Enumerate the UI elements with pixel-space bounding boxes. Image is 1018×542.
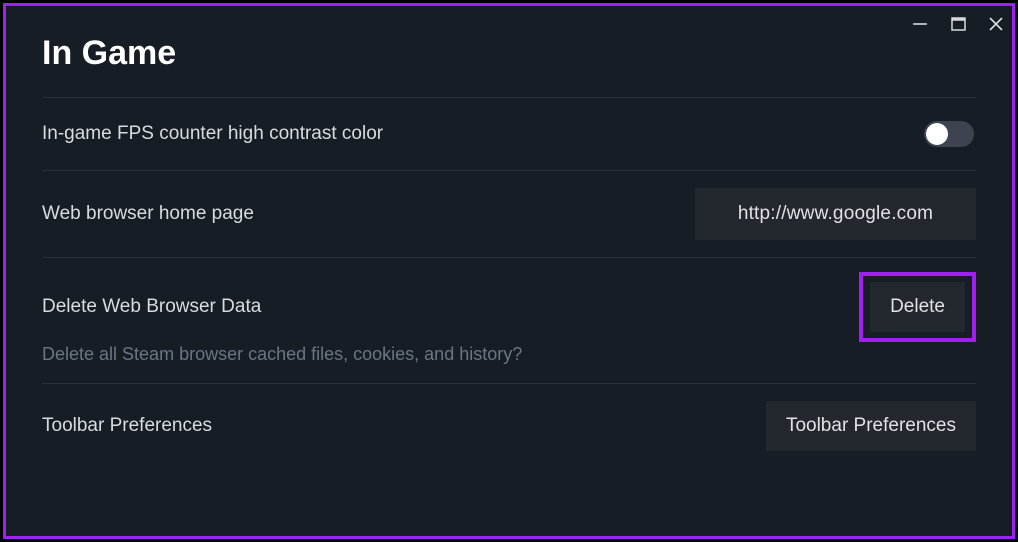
home-page-input[interactable] — [695, 188, 976, 240]
toggle-knob — [926, 123, 948, 145]
maximize-icon — [951, 17, 966, 32]
home-page-row: Web browser home page — [42, 171, 976, 257]
minimize-icon — [912, 16, 928, 32]
close-button[interactable] — [984, 12, 1008, 36]
maximize-button[interactable] — [946, 12, 970, 36]
toolbar-prefs-button[interactable]: Toolbar Preferences — [766, 401, 976, 451]
window-controls — [908, 12, 1012, 36]
delete-browser-data-description: Delete all Steam browser cached files, c… — [42, 344, 976, 383]
fps-contrast-toggle[interactable] — [924, 121, 974, 147]
delete-button[interactable]: Delete — [870, 282, 965, 332]
page-title: In Game — [42, 34, 976, 73]
toolbar-prefs-row: Toolbar Preferences Toolbar Preferences — [42, 384, 976, 468]
close-icon — [988, 16, 1004, 32]
delete-browser-data-section: Delete Web Browser Data Delete Delete al… — [42, 258, 976, 383]
delete-browser-data-label: Delete Web Browser Data — [42, 296, 261, 318]
fps-contrast-label: In-game FPS counter high contrast color — [42, 123, 383, 145]
window-frame: In Game In-game FPS counter high contras… — [3, 3, 1015, 539]
settings-content: In Game In-game FPS counter high contras… — [6, 6, 1012, 488]
minimize-button[interactable] — [908, 12, 932, 36]
toolbar-prefs-label: Toolbar Preferences — [42, 415, 212, 437]
highlight-box: Delete — [859, 272, 976, 342]
fps-contrast-row: In-game FPS counter high contrast color — [42, 98, 976, 170]
home-page-label: Web browser home page — [42, 203, 254, 225]
